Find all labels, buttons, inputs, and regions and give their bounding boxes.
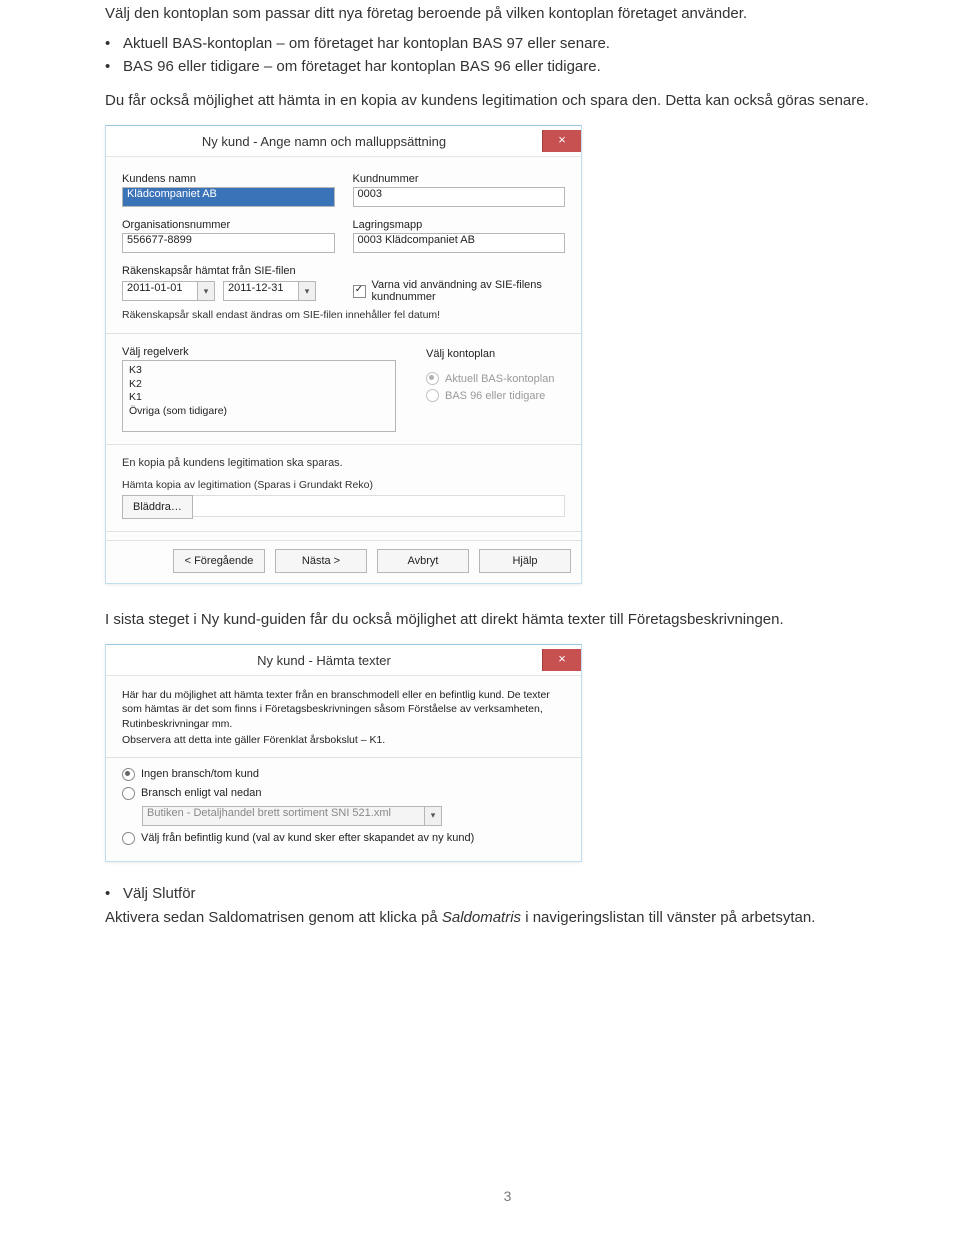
bullet-2: • BAS 96 eller tidigare – om företaget h…: [105, 57, 910, 77]
chevron-down-icon[interactable]: ▾: [198, 281, 215, 301]
prev-button[interactable]: < Föregående: [173, 549, 265, 573]
dlg2-paragraph-2: Observera att detta inte gäller Förenkla…: [122, 733, 565, 747]
radio-label-bransch: Bransch enligt val nedan: [141, 787, 261, 799]
bullet-1: • Aktuell BAS-kontoplan – om företaget h…: [105, 34, 910, 54]
label-orgnr: Organisationsnummer: [122, 219, 335, 231]
label-warn-sie: Varna vid användning av SIE-filens kundn…: [372, 279, 566, 303]
page-number: 3: [105, 1188, 910, 1204]
cancel-button[interactable]: Avbryt: [377, 549, 469, 573]
dropdown-bransch[interactable]: Butiken - Detaljhandel brett sortiment S…: [142, 806, 425, 826]
end-paragraph: Aktivera sedan Saldomatrisen genom att k…: [105, 908, 910, 928]
radio-aktuell-bas[interactable]: [426, 372, 439, 385]
browse-path-field[interactable]: [193, 495, 565, 517]
sie-note: Räkenskapsår skall endast ändras om SIE-…: [122, 309, 565, 321]
close-icon[interactable]: ×: [542, 649, 581, 671]
input-date-from[interactable]: 2011-01-01: [122, 281, 198, 301]
list-item[interactable]: K3: [129, 364, 389, 378]
radio-label-bas96: BAS 96 eller tidigare: [445, 390, 545, 402]
close-icon[interactable]: ×: [542, 130, 581, 152]
label-sie-year: Räkenskapsår hämtat från SIE-filen: [122, 265, 335, 277]
list-item[interactable]: K2: [129, 378, 389, 392]
browse-button[interactable]: Bläddra…: [122, 495, 193, 519]
label-kundens-namn: Kundens namn: [122, 173, 335, 185]
intro-paragraph: Välj den kontoplan som passar ditt nya f…: [105, 4, 910, 24]
paragraph-2: Du får också möjlighet att hämta in en k…: [105, 91, 910, 111]
label-lagringsmapp: Lagringsmapp: [353, 219, 566, 231]
legit-sub: Hämta kopia av legitimation (Sparas i Gr…: [122, 479, 565, 491]
radio-ingen-bransch[interactable]: [122, 768, 135, 781]
bullet-slutfor: • Välj Slutför: [105, 884, 910, 904]
mid-paragraph: I sista steget i Ny kund-guiden får du o…: [105, 610, 910, 630]
radio-label-aktuell: Aktuell BAS-kontoplan: [445, 373, 554, 385]
radio-befintlig-kund[interactable]: [122, 832, 135, 845]
label-kontoplan: Välj kontoplan: [426, 348, 565, 360]
next-button[interactable]: Nästa >: [275, 549, 367, 573]
dialog-fetch-texts: Ny kund - Hämta texter × Här har du möjl…: [105, 644, 582, 862]
dlg2-paragraph-1: Här har du möjlighet att hämta texter fr…: [122, 688, 565, 731]
dialog-new-customer-name: Ny kund - Ange namn och malluppsättning …: [105, 125, 582, 584]
chevron-down-icon[interactable]: ▾: [299, 281, 316, 301]
radio-bransch-val[interactable]: [122, 787, 135, 800]
label-regelverk: Välj regelverk: [122, 346, 396, 358]
radio-label-befintlig: Välj från befintlig kund (val av kund sk…: [141, 832, 474, 844]
label-kundnummer: Kundnummer: [353, 173, 566, 185]
list-item[interactable]: K1: [129, 391, 389, 405]
legit-header: En kopia på kundens legitimation ska spa…: [122, 457, 565, 469]
dialog-title: Ny kund - Hämta texter: [106, 653, 542, 668]
checkbox-warn-sie[interactable]: [353, 285, 366, 298]
input-kundnummer[interactable]: 0003: [353, 187, 566, 207]
radio-bas96[interactable]: [426, 389, 439, 402]
radio-label-ingen: Ingen bransch/tom kund: [141, 768, 259, 780]
help-button[interactable]: Hjälp: [479, 549, 571, 573]
listbox-regelverk[interactable]: K3 K2 K1 Övriga (som tidigare): [122, 360, 396, 432]
input-lagringsmapp[interactable]: 0003 Klädcompaniet AB: [353, 233, 566, 253]
input-date-to[interactable]: 2011-12-31: [223, 281, 299, 301]
dialog-title: Ny kund - Ange namn och malluppsättning: [106, 134, 542, 149]
input-orgnr[interactable]: 556677-8899: [122, 233, 335, 253]
list-item[interactable]: Övriga (som tidigare): [129, 405, 389, 419]
input-kundens-namn[interactable]: Klädcompaniet AB: [122, 187, 335, 207]
chevron-down-icon[interactable]: ▾: [425, 806, 442, 826]
